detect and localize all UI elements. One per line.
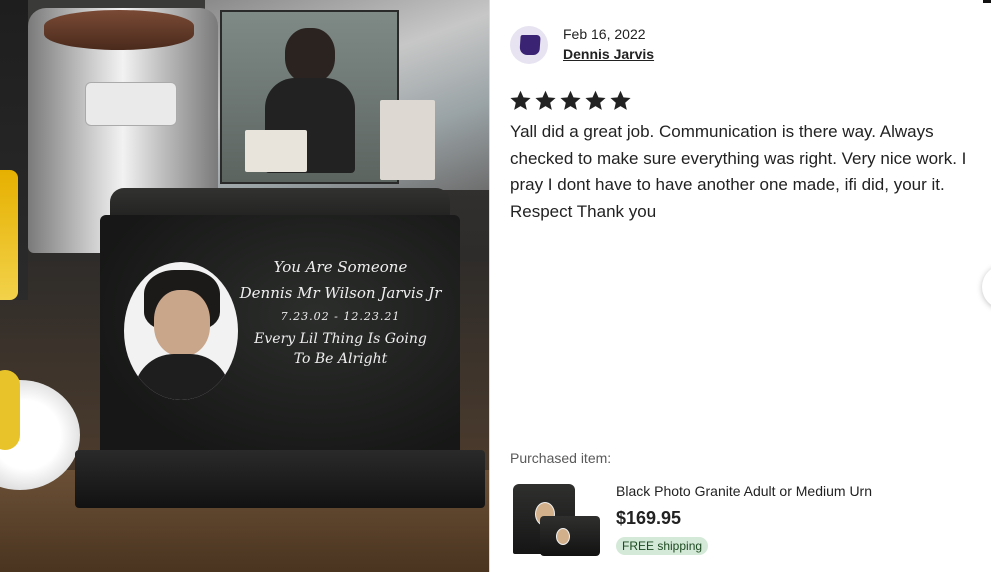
close-icon[interactable] [983, 0, 991, 3]
star-icon [585, 90, 606, 110]
photo-yellow-object [0, 170, 18, 300]
star-icon [560, 90, 581, 110]
engraving-line-3: 7.23.02 - 12.23.21 [280, 310, 401, 323]
avatar-shape [519, 35, 541, 55]
chevron-right-icon[interactable] [982, 265, 991, 309]
star-rating [509, 89, 632, 112]
free-shipping-badge: FREE shipping [616, 537, 709, 555]
photo-banana [0, 370, 20, 450]
review-text: Yall did a great job. Communication is t… [510, 122, 967, 221]
purchased-item-price: $169.95 [616, 508, 682, 528]
purchased-item-thumbnail[interactable] [510, 478, 602, 558]
star-icon [610, 90, 631, 110]
urn-base [75, 450, 485, 508]
photo-bg-card [245, 130, 307, 172]
photo-bg-portrait-head [285, 28, 335, 83]
reviewer-name-link[interactable]: Dennis Jarvis [563, 46, 654, 62]
review-photo[interactable]: You Are Someone Dennis Mr Wilson Jarvis … [0, 0, 489, 572]
photo-bg-card-2 [380, 100, 435, 180]
engraving-line-2: Dennis Mr Wilson Jarvis Jr [239, 283, 442, 302]
thumbnail-urn-small-photo [556, 528, 570, 545]
urn-engraving: You Are Someone Dennis Mr Wilson Jarvis … [238, 256, 443, 368]
urn-portrait-face [154, 290, 210, 356]
urn-portrait-shirt [134, 354, 230, 400]
purchased-item-title[interactable]: Black Photo Granite Adult or Medium Urn [616, 483, 872, 499]
photo-metal-urn-lid [44, 10, 194, 50]
star-icon [510, 90, 531, 110]
purchased-item-label: Purchased item: [510, 450, 612, 466]
pane-divider [489, 0, 490, 572]
engraving-line-5: To Be Alright [293, 351, 388, 368]
review-date: Feb 16, 2022 [563, 26, 646, 42]
engraving-line-1: You Are Someone [273, 258, 408, 276]
photo-metal-urn-plate [85, 82, 177, 126]
urn-portrait-oval [124, 262, 238, 400]
star-icon [535, 90, 556, 110]
engraving-line-4: Every Lil Thing Is Going [254, 331, 427, 348]
thumbnail-urn-small [540, 516, 600, 556]
